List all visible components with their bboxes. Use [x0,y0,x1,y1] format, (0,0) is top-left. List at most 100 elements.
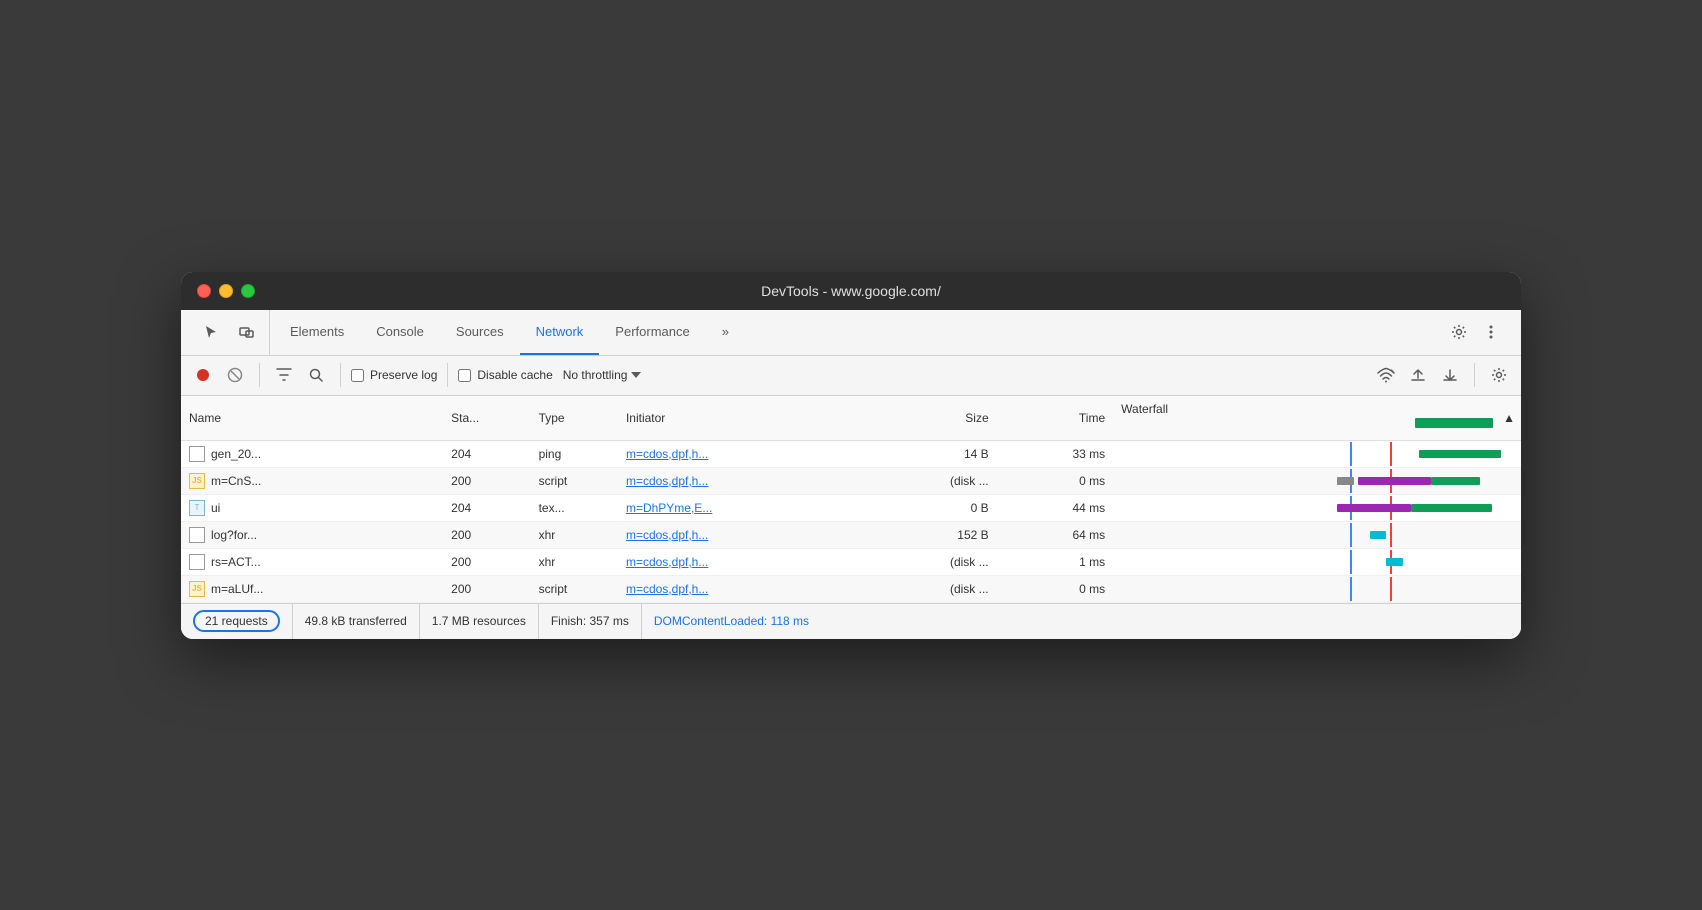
device-mode-icon[interactable] [233,318,261,346]
clear-button[interactable] [221,361,249,389]
waterfall-bar [1411,504,1493,512]
waterfall-bar [1419,450,1501,458]
network-settings-icon[interactable] [1485,361,1513,389]
search-button[interactable] [302,361,330,389]
status-bar: 21 requests 49.8 kB transferred 1.7 MB r… [181,603,1521,639]
tab-elements[interactable]: Elements [274,310,360,355]
waterfall-bar [1370,531,1386,539]
cell-name: JSm=CnS... [181,467,443,494]
tab-console[interactable]: Console [360,310,440,355]
title-bar: DevTools - www.google.com/ [181,272,1521,310]
cell-initiator[interactable]: m=cdos,dpf,h... [618,521,880,548]
waterfall-bar [1358,477,1431,485]
cell-initiator[interactable]: m=cdos,dpf,h... [618,467,880,494]
col-time[interactable]: Time [997,396,1114,441]
tab-performance[interactable]: Performance [599,310,705,355]
more-options-icon[interactable] [1477,318,1505,346]
export-button[interactable] [1436,361,1464,389]
cell-size: 0 B [880,494,997,521]
cell-waterfall [1113,521,1521,548]
cell-size: (disk ... [880,467,997,494]
tabs-list: Elements Console Sources Network Perform… [274,310,1437,355]
cell-name: log?for... [181,521,443,548]
col-name[interactable]: Name [181,396,443,441]
cell-waterfall [1113,467,1521,494]
waterfall-bar [1431,477,1480,485]
txt-file-icon: T [189,500,205,516]
waterfall-bar [1337,477,1353,485]
throttling-dropdown[interactable]: No throttling [557,366,648,384]
toolbar-sep-3 [447,363,448,387]
waterfall-blue-line [1350,523,1352,547]
toolbar-sep-4 [1474,363,1475,387]
waterfall-blue-line [1350,577,1352,601]
cell-time: 0 ms [997,467,1114,494]
network-table-body: gen_20...204pingm=cdos,dpf,h...14 B33 ms… [181,440,1521,602]
import-button[interactable] [1404,361,1432,389]
waterfall-bar [1337,504,1410,512]
col-status[interactable]: Sta... [443,396,530,441]
waterfall-bar [1386,558,1402,566]
filter-button[interactable] [270,361,298,389]
tab-network[interactable]: Network [520,310,600,355]
settings-icon[interactable] [1445,318,1473,346]
col-initiator[interactable]: Initiator [618,396,880,441]
network-conditions-icon[interactable] [1372,361,1400,389]
table-row[interactable]: JSm=aLUf...200scriptm=cdos,dpf,h...(disk… [181,575,1521,602]
row-checkbox [189,554,205,570]
cell-time: 33 ms [997,440,1114,467]
col-size[interactable]: Size [880,396,997,441]
cell-status: 204 [443,494,530,521]
table-row[interactable]: gen_20...204pingm=cdos,dpf,h...14 B33 ms [181,440,1521,467]
disable-cache-label[interactable]: Disable cache [458,368,552,382]
waterfall-red-line [1390,577,1392,601]
close-button[interactable] [197,284,211,298]
waterfall-header-bar [1415,418,1493,428]
cell-type: ping [531,440,618,467]
record-button[interactable] [189,361,217,389]
cell-status: 200 [443,548,530,575]
network-table-container: Name Sta... Type Initiator Size [181,396,1521,603]
waterfall-red-line [1390,523,1392,547]
cell-waterfall [1113,440,1521,467]
devtools-window: DevTools - www.google.com/ [181,272,1521,639]
dom-content-loaded: DOMContentLoaded: 118 ms [642,604,821,639]
col-type[interactable]: Type [531,396,618,441]
cursor-icon[interactable] [197,318,225,346]
cell-name: Tui [181,494,443,521]
minimize-button[interactable] [219,284,233,298]
cell-status: 200 [443,467,530,494]
waterfall-blue-line [1350,550,1352,574]
disable-cache-checkbox[interactable] [458,369,471,382]
cell-initiator[interactable]: m=DhPYme,E... [618,494,880,521]
toolbar-sep-1 [259,363,260,387]
js-file-icon: JS [189,581,205,597]
tab-icon-group [189,310,270,355]
cell-initiator[interactable]: m=cdos,dpf,h... [618,575,880,602]
cell-initiator[interactable]: m=cdos,dpf,h... [618,440,880,467]
table-row[interactable]: JSm=CnS...200scriptm=cdos,dpf,h...(disk … [181,467,1521,494]
cell-size: (disk ... [880,548,997,575]
cell-waterfall [1113,548,1521,575]
table-row[interactable]: log?for...200xhrm=cdos,dpf,h...152 B64 m… [181,521,1521,548]
cell-type: script [531,467,618,494]
table-row[interactable]: rs=ACT...200xhrm=cdos,dpf,h...(disk ...1… [181,548,1521,575]
tab-sources[interactable]: Sources [440,310,520,355]
tab-more[interactable]: » [706,310,745,355]
requests-count: 21 requests [189,604,293,639]
devtools-body: Elements Console Sources Network Perform… [181,310,1521,639]
cell-size: 14 B [880,440,997,467]
row-checkbox [189,527,205,543]
col-waterfall[interactable]: Waterfall ▲ [1113,396,1521,441]
cell-time: 44 ms [997,494,1114,521]
preserve-log-checkbox[interactable] [351,369,364,382]
window-title: DevTools - www.google.com/ [761,283,941,299]
preserve-log-label[interactable]: Preserve log [351,368,437,382]
resources-size: 1.7 MB resources [420,604,539,639]
waterfall-blue-line [1350,442,1352,466]
cell-initiator[interactable]: m=cdos,dpf,h... [618,548,880,575]
table-row[interactable]: Tui204tex...m=DhPYme,E...0 B44 ms [181,494,1521,521]
maximize-button[interactable] [241,284,255,298]
cell-waterfall [1113,494,1521,521]
toolbar-sep-2 [340,363,341,387]
